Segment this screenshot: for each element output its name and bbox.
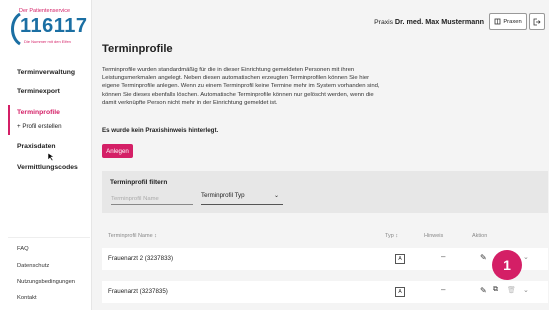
table-row[interactable]: Frauenarzt 2 (3237833) A – ✎ ⌄	[102, 248, 548, 270]
sidebar-item-praxisdaten[interactable]: Praxisdaten	[17, 143, 56, 150]
page-title: Terminprofile	[102, 43, 173, 55]
praxen-button[interactable]: Praxen	[489, 13, 527, 30]
table-row[interactable]: Frauenarzt (3237835) A – ✎ ⧉ 🗑 ⌄	[102, 281, 548, 303]
sidebar-item-terminprofile[interactable]: Terminprofile	[17, 109, 60, 116]
footer-link-kontakt[interactable]: Kontakt	[17, 295, 37, 301]
logout-button[interactable]	[529, 13, 545, 30]
profile-name: Frauenarzt 2 (3237833)	[108, 255, 174, 262]
building-icon	[494, 18, 501, 25]
edit-pencil-icon[interactable]: ✎	[480, 286, 487, 295]
active-indicator	[8, 105, 10, 135]
edit-pencil-icon[interactable]: ✎	[480, 253, 487, 262]
profile-type-filter-select[interactable]: Terminprofil Typ ⌄	[201, 192, 283, 205]
practice-prefix: Praxis	[374, 19, 394, 26]
intro-text: Terminprofile wurden standardmäßig für d…	[102, 67, 380, 106]
column-header-type[interactable]: Typ ↕	[385, 233, 398, 239]
top-bar: Praxis Dr. med. Max Mustermann Praxen	[92, 0, 549, 38]
hint-value: –	[441, 252, 446, 261]
footer-link-nutzungsbedingungen[interactable]: Nutzungsbedingungen	[17, 279, 75, 285]
hint-value: –	[441, 285, 446, 294]
expand-chevron-icon[interactable]: ⌄	[523, 253, 529, 261]
type-a-icon: A	[395, 287, 405, 297]
logo-sub-text: Die Nummer mit den Elfen	[24, 39, 71, 44]
logo-top-text: Der Patientenservice	[19, 8, 71, 14]
column-header-action: Aktion	[472, 233, 488, 239]
logo-116117[interactable]: Der Patientenservice 116117 Die Nummer m…	[8, 8, 88, 50]
annotation-badge: 1	[492, 250, 522, 280]
practice-notice: Es wurde kein Praxishinweis hinterlegt.	[102, 127, 219, 134]
copy-icon[interactable]: ⧉	[493, 286, 498, 294]
mouse-cursor-icon	[47, 152, 55, 162]
practice-name: Dr. med. Max Mustermann	[394, 17, 484, 26]
sidebar: Der Patientenservice 116117 Die Nummer m…	[0, 0, 92, 310]
sidebar-item-terminexport[interactable]: Terminexport	[17, 88, 60, 95]
filter-panel: Terminprofil filtern Terminprofil Typ ⌄	[102, 171, 548, 213]
expand-chevron-icon[interactable]: ⌄	[523, 286, 529, 294]
filter-title: Terminprofil filtern	[110, 179, 168, 186]
sidebar-item-vermittlungscodes[interactable]: Vermittlungscodes	[17, 164, 78, 171]
footer-link-datenschutz[interactable]: Datenschutz	[17, 263, 49, 269]
type-a-icon: A	[395, 254, 405, 264]
chevron-down-icon: ⌄	[273, 193, 279, 199]
footer-divider	[8, 237, 90, 238]
profile-type-label: Terminprofil Typ	[201, 192, 245, 199]
profile-name: Frauenarzt (3237835)	[108, 288, 168, 295]
sidebar-item-profil-erstellen[interactable]: + Profil erstellen	[17, 123, 62, 130]
main-content: Praxis Dr. med. Max Mustermann Praxen Te…	[92, 0, 549, 310]
column-header-name[interactable]: Terminprofil Name ↕	[108, 233, 157, 239]
anlegen-button[interactable]: Anlegen	[102, 144, 133, 158]
footer-link-faq[interactable]: FAQ	[17, 246, 29, 252]
praxen-label: Praxen	[503, 18, 522, 25]
logout-icon	[533, 18, 541, 25]
trash-icon[interactable]: 🗑	[507, 286, 516, 294]
practice-label: Praxis Dr. med. Max Mustermann	[374, 17, 484, 26]
profile-name-filter-input[interactable]	[111, 193, 193, 205]
logo-number: 116117	[20, 15, 88, 37]
sidebar-item-terminverwaltung[interactable]: Terminverwaltung	[17, 69, 75, 76]
column-header-hint: Hinweis	[424, 233, 444, 239]
